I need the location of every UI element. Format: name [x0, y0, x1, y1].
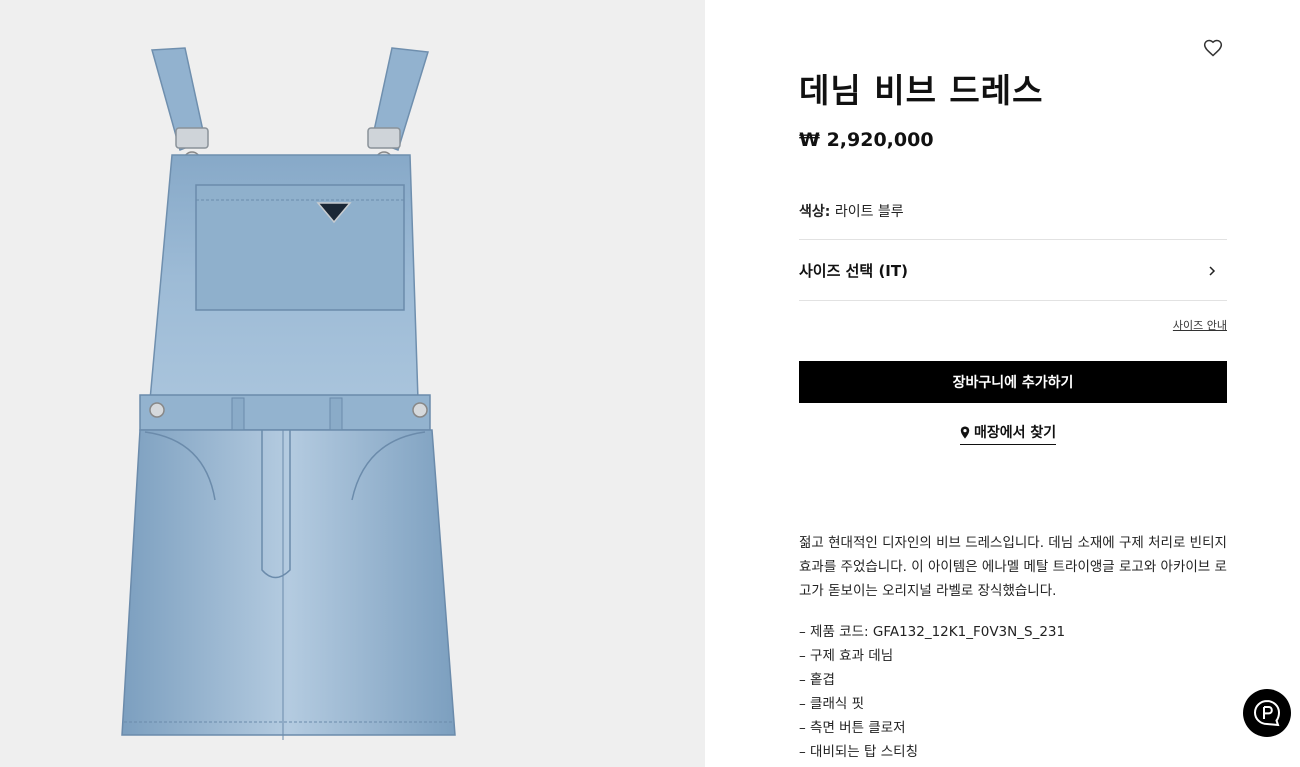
- find-in-store-label: 매장에서 찾기: [974, 425, 1057, 441]
- chevron-right-icon: [1209, 265, 1216, 276]
- product-features-list: 제품 코드: GFA132_12K1_F0V3N_S_231 구제 효과 데님 …: [799, 620, 1229, 764]
- product-image[interactable]: [0, 0, 705, 767]
- product-price: ₩ 2,920,000: [799, 129, 934, 151]
- divider: [799, 300, 1227, 301]
- product-page: 데님 비브 드레스 ₩ 2,920,000 색상: 라이트 블루 사이즈 선택 …: [0, 0, 1300, 767]
- color-info: 색상: 라이트 블루: [799, 201, 904, 221]
- list-item: 클래식 핏: [799, 692, 1229, 716]
- divider: [799, 239, 1227, 240]
- product-description: 젊고 현대적인 디자인의 비브 드레스입니다. 데님 소재에 구제 처리로 빈티…: [799, 535, 1227, 599]
- list-item: 구제 효과 데님: [799, 644, 1229, 668]
- list-item: 측면 버튼 클로저: [799, 716, 1229, 740]
- color-value: 라이트 블루: [834, 204, 904, 220]
- find-in-store-link[interactable]: 매장에서 찾기: [960, 422, 1057, 445]
- chat-icon: [1253, 699, 1281, 727]
- list-item: 제품 코드: GFA132_12K1_F0V3N_S_231: [799, 620, 1229, 644]
- color-label: 색상:: [799, 204, 831, 220]
- product-title: 데님 비브 드레스: [799, 71, 1044, 110]
- chat-button[interactable]: [1243, 689, 1291, 737]
- add-to-cart-button[interactable]: 장바구니에 추가하기: [799, 361, 1227, 403]
- size-select-label: 사이즈 선택 (IT): [799, 262, 908, 280]
- size-guide-link[interactable]: 사이즈 안내: [1173, 317, 1227, 333]
- wishlist-button[interactable]: [1203, 38, 1223, 58]
- size-select[interactable]: 사이즈 선택 (IT): [799, 241, 1227, 300]
- list-item: 홑겹: [799, 668, 1229, 692]
- denim-dress-illustration: [121, 47, 456, 740]
- list-item: 대비되는 탑 스티칭: [799, 740, 1229, 764]
- location-pin-icon: [960, 426, 970, 438]
- heart-icon: [1203, 39, 1223, 57]
